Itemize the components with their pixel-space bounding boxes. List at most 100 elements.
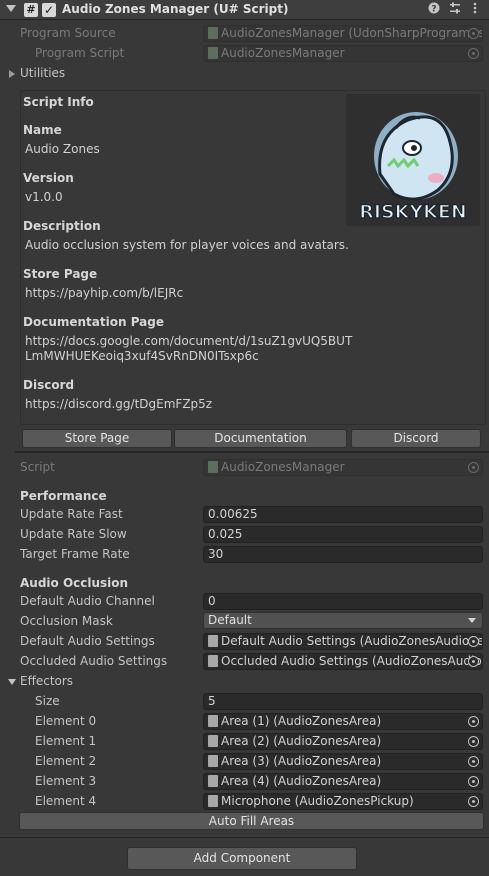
- version-label: Version: [23, 171, 74, 185]
- object-picker-icon: [468, 462, 479, 473]
- store-page-value: https://payhip.com/b/lEJRc: [25, 286, 184, 300]
- script-info-heading: Script Info: [23, 95, 94, 109]
- element-4-label: Element 4: [35, 794, 97, 808]
- asset-icon: [208, 635, 218, 647]
- update-rate-fast-label: Update Rate Fast: [20, 507, 123, 521]
- object-picker-icon[interactable]: [468, 756, 479, 767]
- script-label: Script: [20, 460, 55, 474]
- effectors-foldout-icon[interactable]: [8, 679, 16, 685]
- chevron-down-icon: [468, 618, 476, 623]
- component-icon: [208, 775, 218, 787]
- program-script-value: AudioZonesManager: [221, 46, 345, 60]
- documentation-page-label: Documentation Page: [23, 315, 164, 329]
- element-1-label: Element 1: [35, 734, 97, 748]
- help-icon[interactable]: ?: [427, 2, 441, 16]
- script-value: AudioZonesManager: [221, 460, 345, 474]
- program-source-field: AudioZonesManager (UdonSharpProgramAsset…: [203, 25, 483, 42]
- performance-heading: Performance: [20, 489, 107, 503]
- udonsharp-script-icon: #: [24, 3, 38, 17]
- element-0-label: Element 0: [35, 714, 97, 728]
- default-audio-settings-value: Default Audio Settings (AudioZonesAudioS…: [221, 634, 483, 648]
- program-script-field: AudioZonesManager: [203, 45, 483, 62]
- element-1-value: Area (2) (AudioZonesArea): [221, 734, 382, 748]
- component-divider: [0, 837, 489, 838]
- presets-icon[interactable]: [448, 2, 462, 16]
- target-frame-rate-input[interactable]: 30: [203, 546, 483, 563]
- documentation-button[interactable]: Documentation: [174, 429, 347, 448]
- occluded-audio-settings-value: Occluded Audio Settings (AudioZonesAudio…: [221, 654, 482, 668]
- component-icon: [208, 755, 218, 767]
- object-picker-icon[interactable]: [468, 716, 479, 727]
- name-label: Name: [23, 123, 62, 137]
- component-icon: [208, 735, 218, 747]
- object-picker-icon[interactable]: [468, 736, 479, 747]
- occlusion-mask-label: Occlusion Mask: [20, 614, 113, 628]
- update-rate-fast-input[interactable]: 0.00625: [203, 506, 483, 523]
- discord-label: Discord: [23, 378, 75, 392]
- logo-text: RISKYKEN: [359, 201, 466, 223]
- program-source-value: AudioZonesManager (UdonSharpProgramAsset…: [221, 26, 483, 40]
- element-4-field[interactable]: Microphone (AudioZonesPickup): [203, 793, 483, 810]
- component-foldout-icon[interactable]: [6, 5, 16, 12]
- occlusion-mask-value: Default: [208, 613, 252, 627]
- default-audio-settings-label: Default Audio Settings: [20, 634, 155, 648]
- object-picker-icon[interactable]: [468, 796, 479, 807]
- element-1-field[interactable]: Area (2) (AudioZonesArea): [203, 733, 483, 750]
- store-page-label: Store Page: [23, 267, 98, 281]
- occluded-audio-settings-label: Occluded Audio Settings: [20, 654, 168, 668]
- program-script-label: Program Script: [35, 46, 125, 60]
- riskyken-logo: RISKYKEN: [346, 94, 480, 226]
- default-audio-settings-field[interactable]: Default Audio Settings (AudioZonesAudioS…: [203, 633, 483, 650]
- element-2-label: Element 2: [35, 754, 97, 768]
- discord-value: https://discord.gg/tDgEmFZp5z: [25, 397, 213, 411]
- element-4-value: Microphone (AudioZonesPickup): [221, 794, 414, 808]
- documentation-page-value-line1: https://docs.google.com/document/d/1suZ1…: [25, 334, 353, 348]
- store-page-button[interactable]: Store Page: [22, 429, 172, 448]
- svg-text:?: ?: [431, 5, 436, 15]
- effectors-size-label: Size: [35, 694, 60, 708]
- element-0-value: Area (1) (AudioZonesArea): [221, 714, 382, 728]
- audio-occlusion-heading: Audio Occlusion: [20, 576, 129, 590]
- version-value: v1.0.0: [25, 190, 63, 204]
- element-2-field[interactable]: Area (3) (AudioZonesArea): [203, 753, 483, 770]
- utilities-foldout[interactable]: Utilities: [20, 66, 65, 80]
- section-divider: [15, 451, 489, 453]
- documentation-page-value-line2: LmMWHUEKeoiq3xuf4SvRnDN0ITsxp6c: [25, 349, 259, 363]
- more-icon[interactable]: [468, 2, 482, 16]
- discord-button[interactable]: Discord: [351, 429, 481, 448]
- script-file-icon: [208, 47, 218, 59]
- auto-fill-areas-button[interactable]: Auto Fill Areas: [19, 812, 484, 830]
- component-enabled-checkbox[interactable]: ✓: [42, 3, 56, 17]
- script-file-icon: [208, 461, 218, 473]
- effectors-foldout[interactable]: Effectors: [20, 674, 73, 688]
- program-source-label: Program Source: [20, 26, 116, 40]
- component-icon: [208, 715, 218, 727]
- utilities-foldout-icon[interactable]: [9, 70, 15, 78]
- object-picker-icon[interactable]: [468, 776, 479, 787]
- default-audio-channel-label: Default Audio Channel: [20, 594, 155, 608]
- occluded-audio-settings-field[interactable]: Occluded Audio Settings (AudioZonesAudio…: [203, 653, 483, 670]
- object-picker-icon[interactable]: [468, 636, 479, 647]
- component-header: # ✓ Audio Zones Manager (U# Script) ?: [0, 0, 489, 20]
- asset-icon: [208, 655, 218, 667]
- program-asset-icon: [208, 27, 218, 39]
- component-title: Audio Zones Manager (U# Script): [62, 2, 289, 16]
- component-icon: [208, 795, 218, 807]
- target-frame-rate-label: Target Frame Rate: [20, 547, 130, 561]
- object-picker-icon: [468, 28, 479, 39]
- effectors-size-input[interactable]: 5: [203, 693, 483, 710]
- update-rate-slow-input[interactable]: 0.025: [203, 526, 483, 543]
- add-component-button[interactable]: Add Component: [127, 847, 357, 870]
- element-3-field[interactable]: Area (4) (AudioZonesArea): [203, 773, 483, 790]
- update-rate-slow-label: Update Rate Slow: [20, 527, 127, 541]
- element-0-field[interactable]: Area (1) (AudioZonesArea): [203, 713, 483, 730]
- object-picker-icon[interactable]: [468, 656, 479, 667]
- element-3-label: Element 3: [35, 774, 97, 788]
- default-audio-channel-input[interactable]: 0: [203, 593, 483, 610]
- script-field: AudioZonesManager: [203, 459, 483, 476]
- name-value: Audio Zones: [25, 142, 100, 156]
- object-picker-icon: [468, 48, 479, 59]
- element-3-value: Area (4) (AudioZonesArea): [221, 774, 382, 788]
- occlusion-mask-dropdown[interactable]: Default: [203, 612, 483, 629]
- element-2-value: Area (3) (AudioZonesArea): [221, 754, 382, 768]
